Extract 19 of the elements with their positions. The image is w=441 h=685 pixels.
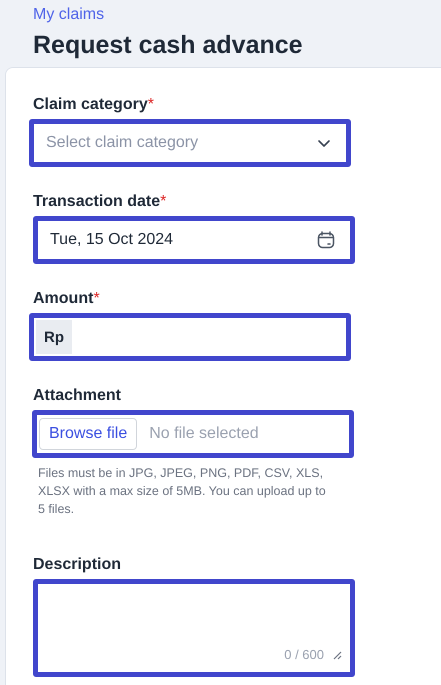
field-label: Description (33, 556, 122, 574)
resize-handle-icon[interactable] (332, 650, 342, 660)
file-input[interactable]: Browse file No file selected (32, 410, 354, 458)
page-title: Request cash advance (33, 30, 304, 61)
currency-prefix: Rp (36, 320, 72, 354)
select-placeholder: Select claim category (46, 134, 198, 152)
calendar-icon (316, 230, 336, 250)
browse-file-button[interactable]: Browse file (39, 418, 138, 450)
date-value: Tue, 15 Oct 2024 (50, 231, 174, 249)
amount-field[interactable]: Rp (29, 313, 351, 361)
breadcrumb-link[interactable]: My claims (33, 5, 104, 25)
field-label: Claim category* (33, 96, 155, 114)
field-label: Transaction date* (33, 193, 168, 211)
date-field[interactable]: Tue, 15 Oct 2024 (33, 216, 355, 264)
field-label: Amount* (33, 290, 101, 308)
character-counter: 0 / 600 (284, 647, 324, 662)
file-status: No file selected (149, 425, 259, 443)
help-text: Files must be in JPG, JPEG, PNG, PDF, CSV, XLS, XLSX with a max size of 5MB. You can upload up to 5 files. (38, 465, 327, 518)
field-label: Attachment (33, 387, 122, 405)
